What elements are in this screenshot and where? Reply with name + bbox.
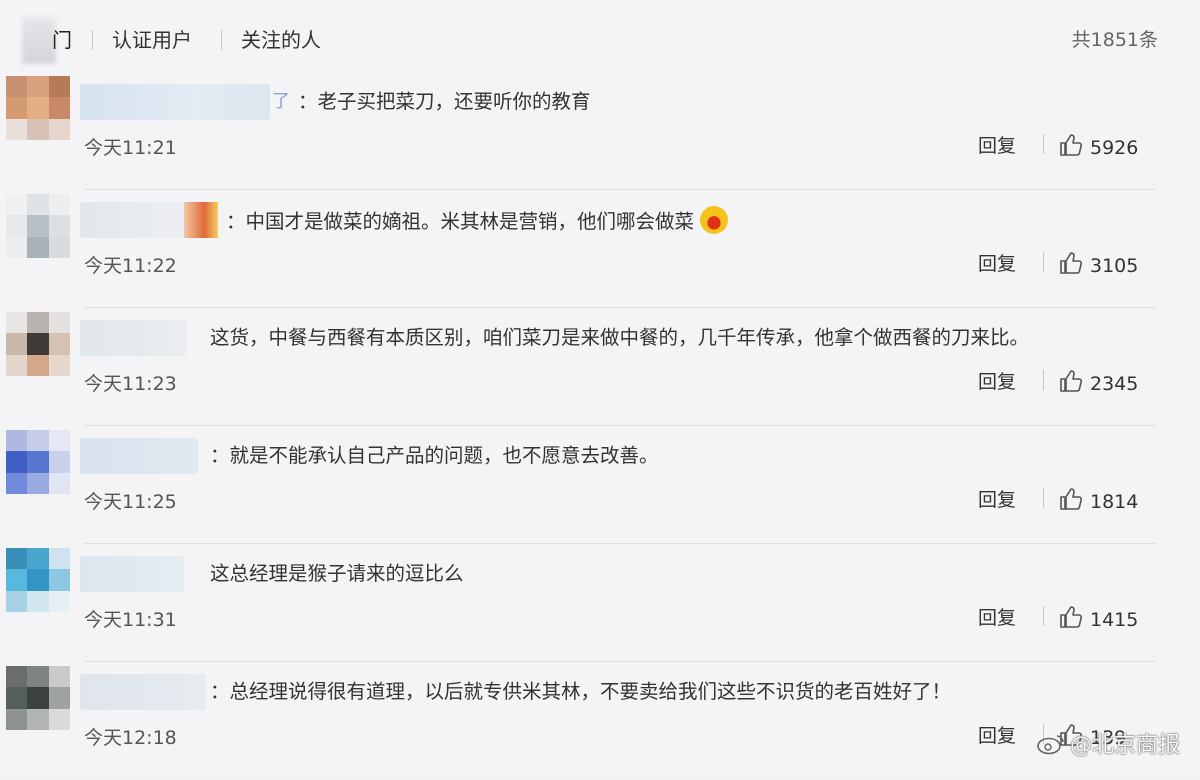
- username-tail[interactable]: 了: [272, 88, 290, 116]
- avatar[interactable]: [6, 76, 70, 140]
- weibo-watermark: @北京商报: [1036, 730, 1180, 762]
- comment-time: 今天11:25: [84, 491, 177, 513]
- comment-text: ：中国才是做菜的嫡祖。米其林是营销，他们哪会做菜: [226, 206, 729, 236]
- like-icon[interactable]: [1058, 132, 1084, 158]
- reply-button[interactable]: 回复: [978, 132, 1016, 160]
- reply-button[interactable]: 回复: [978, 368, 1016, 396]
- like-count: 3105: [1090, 255, 1139, 277]
- username-blurred[interactable]: [80, 556, 184, 592]
- comment-time: 今天11:31: [84, 609, 177, 631]
- watermark-text: @北京商报: [1069, 733, 1180, 758]
- username-badge-blurred: [184, 202, 218, 238]
- tab-hot[interactable]: 门: [52, 26, 72, 54]
- comment-time: 今天12:18: [84, 727, 177, 749]
- laughing-emoji-icon: [700, 206, 729, 234]
- reply-button[interactable]: 回复: [978, 722, 1016, 750]
- comment-text: ：总经理说得很有道理，以后就专供米其林，不要卖给我们这些不识货的老百姓好了！: [210, 680, 952, 703]
- comment-item: ：总经理说得很有道理，以后就专供米其林，不要卖给我们这些不识货的老百姓好了！ 今…: [0, 662, 1200, 780]
- avatar[interactable]: [6, 312, 70, 376]
- like-count: 1415: [1090, 609, 1139, 631]
- action-separator: [1043, 252, 1044, 272]
- comment-filter-bar: 门 认证用户 关注的人 共1851条: [0, 0, 1200, 72]
- comment-text: ：就是不能承认自己产品的问题，也不愿意去改善。: [210, 444, 659, 467]
- action-separator: [1043, 134, 1044, 154]
- tab-following[interactable]: 关注的人: [241, 26, 321, 54]
- tab-verified-users[interactable]: 认证用户: [112, 26, 192, 54]
- blurred-tab: [22, 18, 56, 64]
- like-icon[interactable]: [1058, 486, 1084, 512]
- action-separator: [1043, 488, 1044, 508]
- tab-separator: [92, 30, 93, 50]
- comment-time: 今天11:21: [84, 137, 177, 159]
- comment-time: 今天11:23: [84, 373, 177, 395]
- comment-item: 了 ：老子买把菜刀，还要听你的教育 今天11:21 回复 5926: [0, 72, 1200, 190]
- weibo-logo-icon: [1037, 735, 1064, 755]
- action-separator: [1043, 370, 1044, 390]
- avatar[interactable]: [6, 194, 70, 258]
- comment-total-count: 共1851条: [1071, 29, 1158, 51]
- comment-panel: 门 认证用户 关注的人 共1851条 了 ：老子买把菜刀，还要听你的教育 今天1…: [0, 0, 1200, 776]
- comment-text: ：老子买把菜刀，还要听你的教育: [298, 90, 591, 113]
- avatar[interactable]: [6, 548, 70, 612]
- comment-time: 今天11:22: [84, 255, 177, 277]
- username-blurred[interactable]: [80, 84, 270, 120]
- username-blurred[interactable]: [80, 674, 206, 710]
- like-count: 1814: [1090, 491, 1139, 513]
- comment-item: 这总经理是猴子请来的逗比么 今天11:31 回复 1415: [0, 544, 1200, 662]
- reply-button[interactable]: 回复: [978, 604, 1016, 632]
- comment-item: 这货，中餐与西餐有本质区别，咱们菜刀是来做中餐的，几千年传承，他拿个做西餐的刀来…: [0, 308, 1200, 426]
- like-icon[interactable]: [1058, 250, 1084, 276]
- username-blurred[interactable]: [80, 320, 186, 356]
- like-icon[interactable]: [1058, 368, 1084, 394]
- comment-text: 这货，中餐与西餐有本质区别，咱们菜刀是来做中餐的，几千年传承，他拿个做西餐的刀来…: [210, 326, 1030, 349]
- username-blurred[interactable]: [80, 438, 198, 474]
- reply-button[interactable]: 回复: [978, 250, 1016, 278]
- username-blurred[interactable]: [80, 202, 190, 238]
- like-icon[interactable]: [1058, 604, 1084, 630]
- action-separator: [1043, 606, 1044, 626]
- comment-text: 这总经理是猴子请来的逗比么: [210, 562, 464, 585]
- tab-separator: [221, 30, 222, 50]
- comment-item: ：中国才是做菜的嫡祖。米其林是营销，他们哪会做菜 今天11:22 回复 3105: [0, 190, 1200, 308]
- avatar[interactable]: [6, 666, 70, 730]
- like-count: 5926: [1090, 137, 1139, 159]
- avatar[interactable]: [6, 430, 70, 494]
- like-count: 2345: [1090, 373, 1139, 395]
- comment-item: ：就是不能承认自己产品的问题，也不愿意去改善。 今天11:25 回复 1814: [0, 426, 1200, 544]
- reply-button[interactable]: 回复: [978, 486, 1016, 514]
